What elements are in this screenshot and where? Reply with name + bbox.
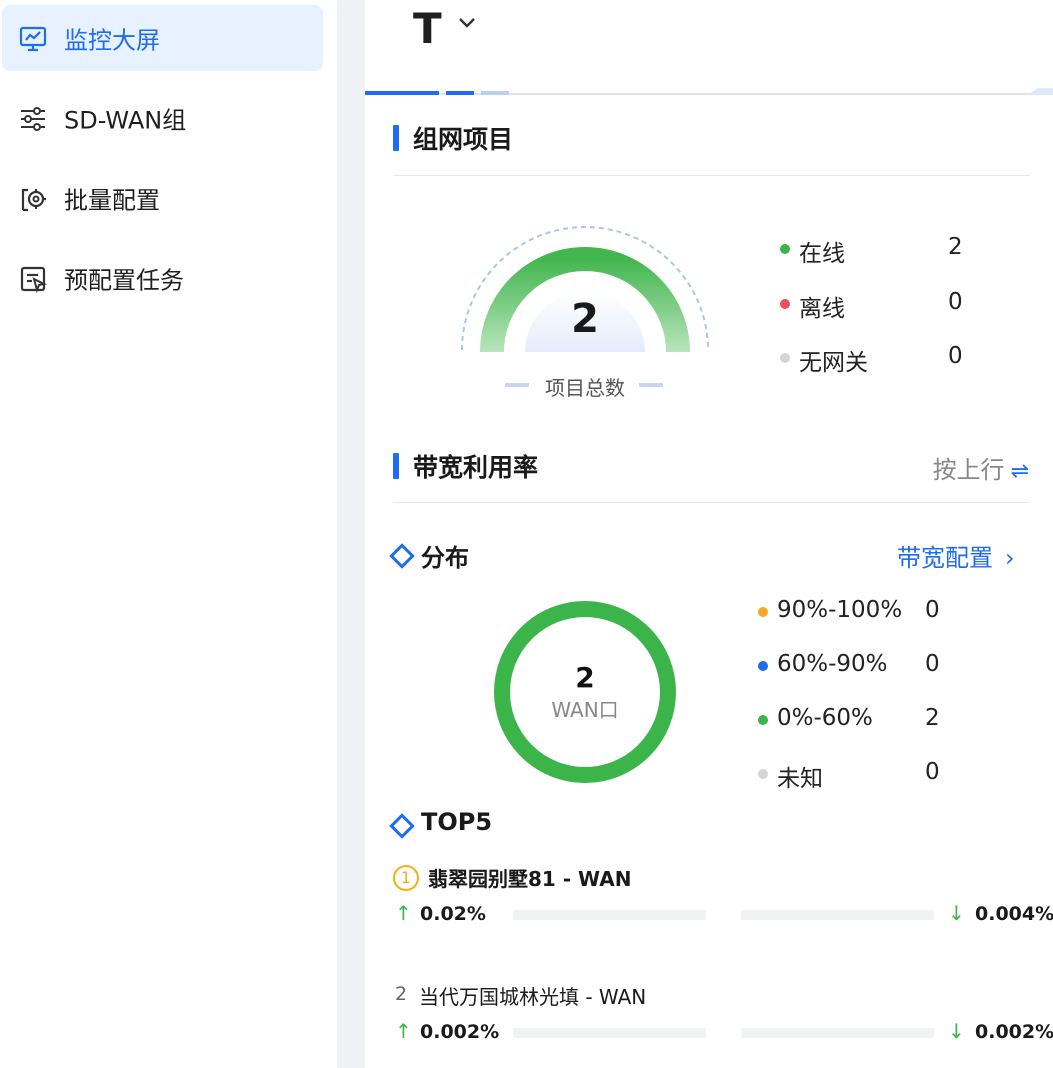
legend-label: 未知	[777, 766, 823, 792]
sidebar: 监控大屏 SD-WAN组 批量配置 预配置任务	[0, 0, 337, 1068]
legend-label: 60%-90%	[777, 651, 888, 677]
arrow-up-icon: ↑	[395, 1019, 412, 1043]
sidebar-item-label: 预配置任务	[64, 266, 184, 295]
status-dot	[780, 244, 790, 254]
wan-unit-label: WAN口	[551, 698, 619, 722]
sidebar-item-batch-config[interactable]: 批量配置	[2, 165, 323, 231]
legend-item-90-100: 90%-100% 0	[758, 595, 958, 627]
arrow-down-icon: ↓	[948, 901, 965, 925]
subsection-title: 分布	[421, 544, 469, 572]
swap-arrows-icon: ⇌	[1010, 459, 1029, 484]
project-gauge	[461, 226, 709, 353]
legend-item-no-gateway: 无网关 0	[780, 341, 970, 376]
diamond-icon	[389, 813, 415, 839]
upload-bar	[513, 910, 706, 920]
legend-label: 在线	[799, 241, 845, 267]
project-selector[interactable]: T	[413, 4, 442, 53]
top5-item[interactable]: 1 翡翠园别墅81 - WAN ↑ 0.02% ↓ 0.004%	[391, 863, 1053, 963]
sidebar-item-label: 监控大屏	[64, 26, 160, 55]
direction-toggle-label: 按上行	[932, 456, 1005, 484]
download-value: 0.002%	[975, 1021, 1053, 1043]
wan-name: 翡翠园别墅81 - WAN	[428, 867, 632, 891]
section-header-projects: 组网项目	[393, 118, 1030, 158]
arrow-up-icon: ↑	[395, 901, 412, 925]
upload-value: 0.02%	[420, 903, 486, 925]
sidebar-item-label: 批量配置	[64, 186, 160, 215]
legend-value: 0	[925, 597, 940, 623]
download-value: 0.004%	[975, 903, 1053, 925]
tab-indicator	[365, 88, 1053, 95]
legend-label: 90%-100%	[777, 597, 903, 623]
status-dot	[758, 769, 768, 779]
bandwidth-config-label: 带宽配置	[897, 544, 993, 572]
task-cursor-icon	[20, 266, 48, 294]
status-dot	[758, 661, 768, 671]
legend-label: 无网关	[799, 350, 868, 376]
sliders-icon	[21, 107, 45, 131]
sidebar-item-label: SD-WAN组	[64, 106, 187, 135]
sidebar-item-sdwan-group[interactable]: SD-WAN组	[2, 85, 323, 151]
rank-number: 2	[395, 983, 408, 1005]
status-dot	[758, 607, 768, 617]
legend-value: 0	[925, 759, 940, 785]
legend-value: 0	[948, 289, 963, 315]
divider	[393, 175, 1030, 176]
wan-total-value: 2	[575, 661, 595, 694]
section-title: 组网项目	[413, 125, 514, 154]
top5-item[interactable]: 2 当代万国城林光填 - WAN ↑ 0.002% ↓ 0.002%	[391, 981, 1053, 1068]
bandwidth-config-link[interactable]: 带宽配置 ›	[897, 538, 1015, 573]
divider	[393, 502, 1030, 503]
status-dot	[780, 353, 790, 363]
project-total-value: 2	[571, 296, 599, 342]
status-dot	[780, 299, 790, 309]
wan-name: 当代万国城林光填 - WAN	[419, 985, 647, 1009]
legend-item-60-90: 60%-90% 0	[758, 649, 958, 681]
section-title: 带宽利用率	[413, 453, 539, 482]
chevron-right-icon: ›	[1005, 544, 1015, 572]
legend-value: 2	[948, 234, 963, 260]
sidebar-item-preconfig-task[interactable]: 预配置任务	[2, 245, 323, 311]
section-marker	[393, 125, 399, 151]
layout-gap	[337, 0, 365, 1068]
legend-item-online: 在线 2	[780, 232, 970, 267]
legend-value: 2	[925, 705, 940, 731]
arrow-down-icon: ↓	[948, 1019, 965, 1043]
diamond-icon	[389, 543, 415, 569]
legend-item-unknown: 未知 0	[758, 757, 958, 792]
upload-value: 0.002%	[420, 1021, 500, 1043]
monitor-chart-icon	[19, 26, 47, 52]
legend-item-offline: 离线 0	[780, 287, 970, 322]
subsection-title: TOP5	[421, 808, 493, 836]
legend-value: 0	[925, 651, 940, 677]
direction-toggle-button[interactable]: 按上行 ⇌	[933, 450, 1029, 485]
download-bar	[741, 1028, 934, 1038]
legend-item-0-60: 0%-60% 2	[758, 703, 958, 735]
sidebar-item-monitor-dashboard[interactable]: 监控大屏	[2, 5, 323, 71]
legend-label: 离线	[799, 296, 845, 322]
section-marker	[393, 453, 399, 479]
gear-config-icon	[21, 188, 46, 212]
status-dot	[758, 715, 768, 725]
chevron-down-icon[interactable]	[457, 16, 477, 30]
legend-label: 0%-60%	[777, 705, 873, 731]
upload-bar	[513, 1028, 706, 1038]
rank-badge: 1	[393, 865, 419, 891]
download-bar	[741, 910, 934, 920]
legend-value: 0	[948, 343, 963, 369]
dashboard-panel: T 组网项目 2 项目总数 在线 2 离线 0 无网关 0 带宽利用率 按上行 …	[365, 0, 1053, 1068]
project-total-caption: 项目总数	[545, 376, 625, 400]
